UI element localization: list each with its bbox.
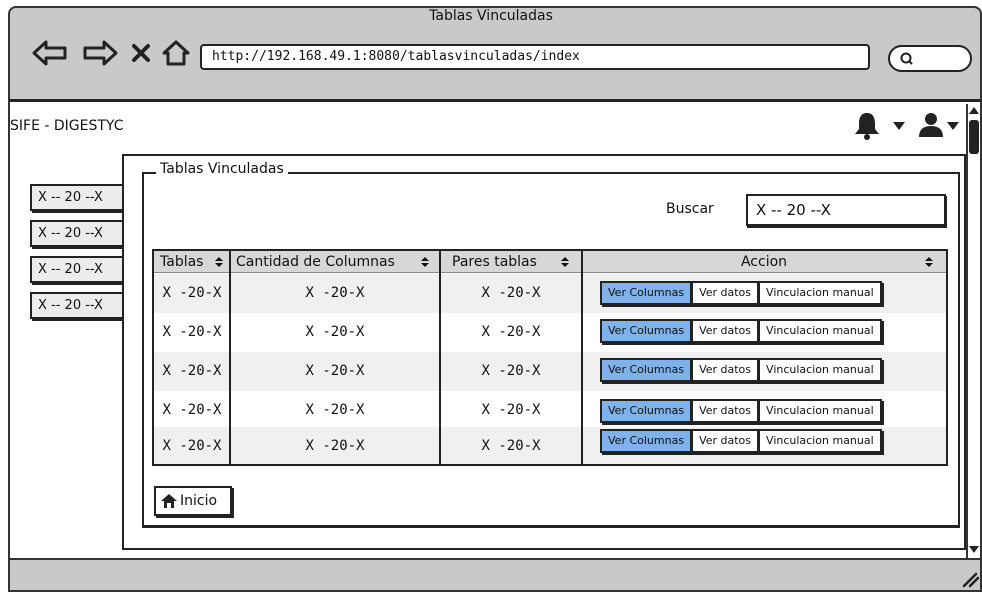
sort-icon[interactable] [214, 256, 224, 268]
column-header-label: Accion [740, 254, 788, 270]
ver-datos-button[interactable]: Ver datos [692, 319, 760, 343]
cell-cantidad: X -20-X [305, 363, 365, 379]
table-row: X -20-X X -20-X X -20-X Ver Columnas Ver… [154, 391, 946, 430]
inicio-label: Inicio [180, 493, 218, 509]
vinculacion-manual-button[interactable]: Vinculacion manual [759, 319, 882, 343]
cell-pares: X -20-X [481, 438, 541, 454]
column-divider [581, 251, 583, 464]
action-buttons: Ver Columnas Ver datos Vinculacion manua… [600, 281, 882, 305]
cell-cantidad: X -20-X [305, 402, 365, 418]
home-icon [161, 494, 177, 508]
vertical-scrollbar[interactable] [966, 104, 980, 560]
search-icon [900, 52, 913, 65]
scrollbar-thumb[interactable] [969, 120, 979, 154]
ver-columnas-button[interactable]: Ver Columnas [600, 319, 693, 343]
data-table: Tablas Cantidad de Columnas Pares tablas… [152, 249, 948, 466]
column-header-cantidad[interactable]: Cantidad de Columnas [230, 251, 440, 273]
chevron-down-icon[interactable] [946, 121, 960, 131]
table-row: X -20-X X -20-X X -20-X Ver Columnas Ver… [154, 274, 946, 313]
vinculacion-manual-button[interactable]: Vinculacion manual [759, 429, 882, 453]
app-title: SIFE - DIGESTYC [10, 118, 124, 134]
vinculacion-manual-button[interactable]: Vinculacion manual [759, 358, 882, 382]
panel-title: Tablas Vinculadas [156, 161, 288, 177]
cell-tablas: X -20-X [162, 285, 222, 301]
action-buttons: Ver Columnas Ver datos Vinculacion manua… [600, 429, 882, 453]
url-bar[interactable]: http://192.168.49.1:8080/tablasvinculada… [200, 44, 870, 70]
cell-pares: X -20-X [481, 363, 541, 379]
action-buttons: Ver Columnas Ver datos Vinculacion manua… [600, 399, 882, 423]
cell-tablas: X -20-X [162, 402, 222, 418]
sort-icon[interactable] [924, 256, 934, 268]
column-header-accion[interactable]: Accion [582, 251, 946, 273]
home-icon[interactable] [160, 36, 192, 70]
action-buttons: Ver Columnas Ver datos Vinculacion manua… [600, 319, 882, 343]
user-icon[interactable] [916, 110, 946, 140]
cell-pares: X -20-X [481, 324, 541, 340]
search-label: Buscar [666, 201, 714, 217]
window-title: Tablas Vinculadas [429, 8, 553, 24]
column-header-label: Pares tablas [452, 254, 537, 270]
cell-cantidad: X -20-X [305, 324, 365, 340]
cell-tablas: X -20-X [162, 438, 222, 454]
cell-cantidad: X -20-X [305, 285, 365, 301]
forward-icon[interactable] [80, 36, 120, 70]
ver-datos-button[interactable]: Ver datos [692, 281, 760, 305]
vinculacion-manual-button[interactable]: Vinculacion manual [759, 281, 882, 305]
table-row: X -20-X X -20-X X -20-X Ver Columnas Ver… [154, 313, 946, 352]
table-row: X -20-X X -20-X X -20-X Ver Columnas Ver… [154, 352, 946, 391]
scroll-up-arrow-icon[interactable] [968, 104, 980, 118]
cell-pares: X -20-X [481, 402, 541, 418]
column-divider [229, 251, 231, 464]
column-divider [439, 251, 441, 464]
ver-columnas-button[interactable]: Ver Columnas [600, 429, 693, 453]
resize-grip-icon[interactable] [960, 570, 980, 588]
ver-columnas-button[interactable]: Ver Columnas [600, 281, 693, 305]
sort-icon[interactable] [560, 256, 570, 268]
cell-tablas: X -20-X [162, 363, 222, 379]
action-buttons: Ver Columnas Ver datos Vinculacion manua… [600, 358, 882, 382]
browser-search-field[interactable] [888, 45, 972, 72]
cell-cantidad: X -20-X [305, 438, 365, 454]
table-row: X -20-X X -20-X X -20-X Ver Columnas Ver… [154, 427, 946, 464]
sidebar-item[interactable]: X -- 20 --X [30, 184, 126, 211]
stop-icon[interactable] [128, 36, 154, 70]
scroll-down-arrow-icon[interactable] [968, 542, 980, 556]
sort-icon[interactable] [420, 256, 430, 268]
ver-columnas-button[interactable]: Ver Columnas [600, 399, 693, 423]
cell-tablas: X -20-X [162, 324, 222, 340]
inicio-button[interactable]: Inicio [154, 486, 232, 516]
sidebar-item[interactable]: X -- 20 --X [30, 256, 126, 283]
ver-columnas-button[interactable]: Ver Columnas [600, 358, 693, 382]
chevron-down-icon[interactable] [892, 121, 906, 131]
status-bar [8, 558, 982, 592]
column-header-label: Cantidad de Columnas [236, 254, 395, 270]
cell-pares: X -20-X [481, 285, 541, 301]
back-icon[interactable] [30, 36, 70, 70]
column-header-label: Tablas [160, 254, 204, 270]
ver-datos-button[interactable]: Ver datos [692, 358, 760, 382]
notification-bell-icon[interactable] [852, 110, 882, 140]
search-input[interactable]: X -- 20 --X [746, 194, 946, 226]
sidebar-item[interactable]: X -- 20 --X [30, 292, 126, 319]
ver-datos-button[interactable]: Ver datos [692, 399, 760, 423]
ver-datos-button[interactable]: Ver datos [692, 429, 760, 453]
sidebar-item[interactable]: X -- 20 --X [30, 220, 126, 247]
vinculacion-manual-button[interactable]: Vinculacion manual [759, 399, 882, 423]
